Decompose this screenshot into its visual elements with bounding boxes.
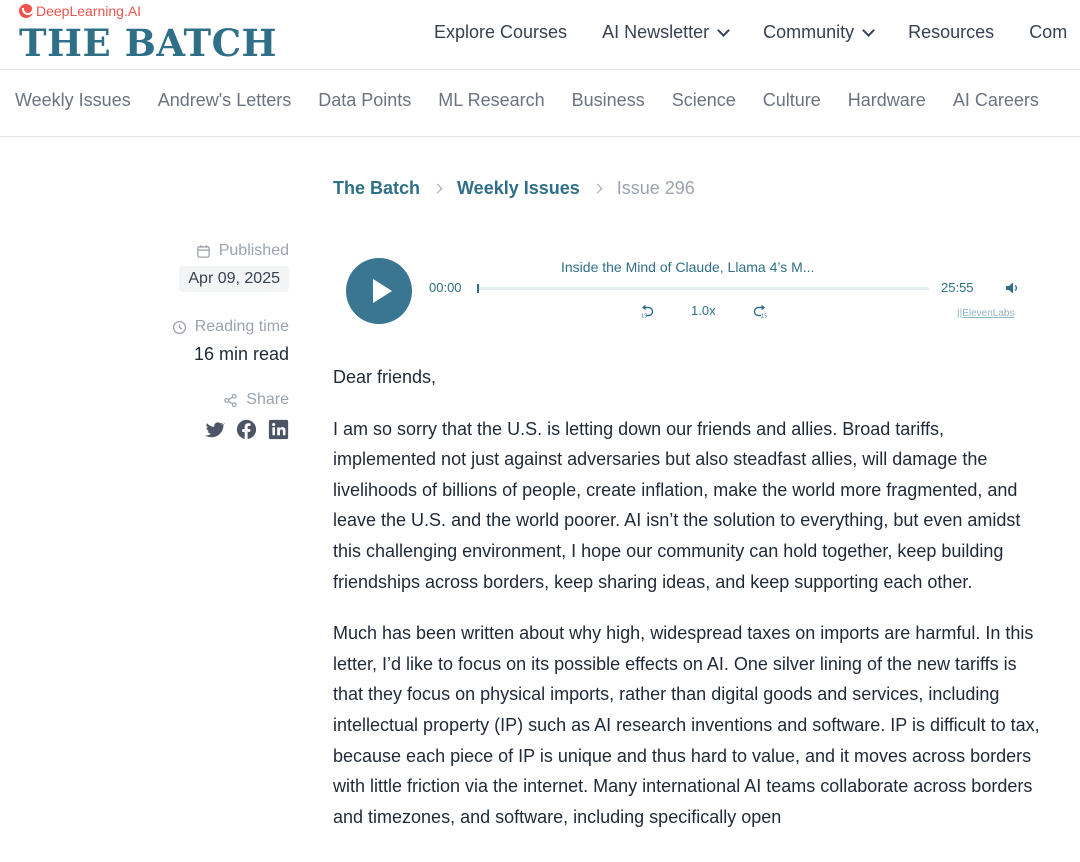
chevron-down-icon — [717, 23, 730, 37]
category-business[interactable]: Business — [572, 90, 645, 111]
nav-ai-newsletter[interactable]: AI Newsletter — [602, 22, 730, 43]
forward-15-icon[interactable]: 15 — [752, 304, 768, 320]
article-body: Dear friends, I am so sorry that the U.S… — [333, 362, 1045, 853]
category-hardware[interactable]: Hardware — [848, 90, 926, 111]
audio-track-title: Inside the Mind of Claude, Llama 4’s M..… — [561, 259, 815, 275]
article-greeting: Dear friends, — [333, 367, 437, 387]
reading-time-label-row: Reading time — [129, 318, 289, 336]
breadcrumb-the-batch[interactable]: The Batch — [333, 178, 420, 199]
twitter-icon[interactable] — [204, 419, 225, 440]
category-science[interactable]: Science — [672, 90, 736, 111]
category-data-points[interactable]: Data Points — [318, 90, 411, 111]
site-header: DeepLearning.AI THE BATCH Explore Course… — [0, 0, 1080, 70]
clock-icon — [172, 320, 186, 334]
audio-progress-bar[interactable] — [477, 284, 929, 293]
volume-icon[interactable] — [1004, 280, 1020, 296]
category-ai-careers[interactable]: AI Careers — [953, 90, 1039, 111]
published-date: Apr 09, 2025 — [179, 266, 289, 292]
breadcrumb-weekly-issues[interactable]: Weekly Issues — [457, 178, 580, 199]
chevron-right-icon — [592, 183, 603, 194]
audio-player: Inside the Mind of Claude, Llama 4’s M..… — [346, 252, 1026, 332]
chevron-down-icon — [862, 23, 876, 37]
audio-current-time: 00:00 — [429, 280, 462, 295]
breadcrumb: The Batch Weekly Issues Issue 296 — [333, 178, 695, 199]
share-label: Share — [246, 391, 289, 408]
svg-text:15: 15 — [761, 314, 767, 320]
nav-community[interactable]: Community — [763, 22, 876, 43]
article-paragraph: I am so sorry that the U.S. is letting d… — [333, 418, 1021, 592]
category-weekly-issues[interactable]: Weekly Issues — [15, 90, 131, 111]
share-label-row: Share — [129, 391, 289, 409]
category-bar: Weekly Issues Andrew's Letters Data Poin… — [0, 70, 1080, 137]
article-meta: Published Apr 09, 2025 Reading time 16 m… — [129, 242, 289, 440]
chevron-right-icon — [432, 183, 443, 194]
nav-company[interactable]: Com — [1029, 22, 1067, 43]
main-nav: Explore Courses AI Newsletter Community … — [434, 22, 1080, 43]
published-label: Published — [218, 242, 289, 259]
deeplearning-smile-icon — [19, 4, 34, 18]
deeplearning-logo[interactable]: DeepLearning.AI — [19, 3, 277, 19]
linkedin-icon[interactable] — [268, 419, 289, 440]
share-icon — [224, 393, 238, 407]
playback-speed[interactable]: 1.0x — [691, 303, 716, 318]
deeplearning-logo-text: DeepLearning.AI — [36, 3, 142, 19]
elevenlabs-link[interactable]: ||ElevenLabs — [957, 308, 1014, 319]
category-ml-research[interactable]: ML Research — [438, 90, 544, 111]
brand-logo[interactable]: DeepLearning.AI THE BATCH — [19, 3, 277, 62]
article-paragraph: Much has been written about why high, wi… — [333, 623, 1040, 827]
share-buttons — [129, 419, 289, 440]
audio-total-time: 25:55 — [941, 280, 974, 295]
category-list: Weekly Issues Andrew's Letters Data Poin… — [15, 90, 1066, 111]
calendar-icon — [196, 244, 210, 258]
audio-progress-knob[interactable] — [477, 284, 479, 293]
nav-explore-courses[interactable]: Explore Courses — [434, 22, 567, 43]
svg-text:15: 15 — [641, 314, 647, 320]
published-label-row: Published — [129, 242, 289, 260]
nav-resources[interactable]: Resources — [908, 22, 994, 43]
category-andrews-letters[interactable]: Andrew's Letters — [158, 90, 292, 111]
breadcrumb-current: Issue 296 — [616, 178, 695, 198]
facebook-icon[interactable] — [236, 419, 257, 440]
category-culture[interactable]: Culture — [763, 90, 821, 111]
reading-time-label: Reading time — [194, 318, 289, 335]
reading-time-value: 16 min read — [193, 344, 289, 364]
play-button[interactable] — [346, 258, 412, 324]
site-title[interactable]: THE BATCH — [19, 25, 277, 62]
rewind-15-icon[interactable]: 15 — [639, 304, 655, 320]
